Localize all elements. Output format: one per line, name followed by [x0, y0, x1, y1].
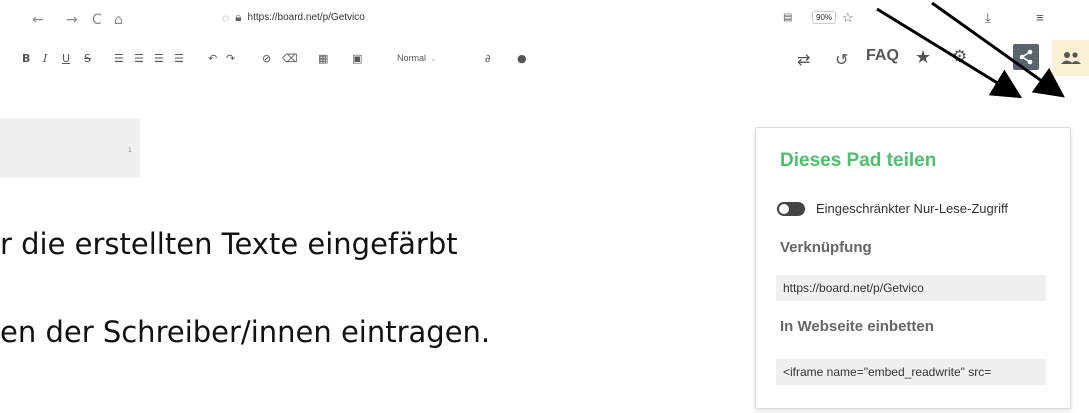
annotation-arrows [876, 1, 1065, 99]
arrow-to-share-button [876, 7, 1023, 99]
